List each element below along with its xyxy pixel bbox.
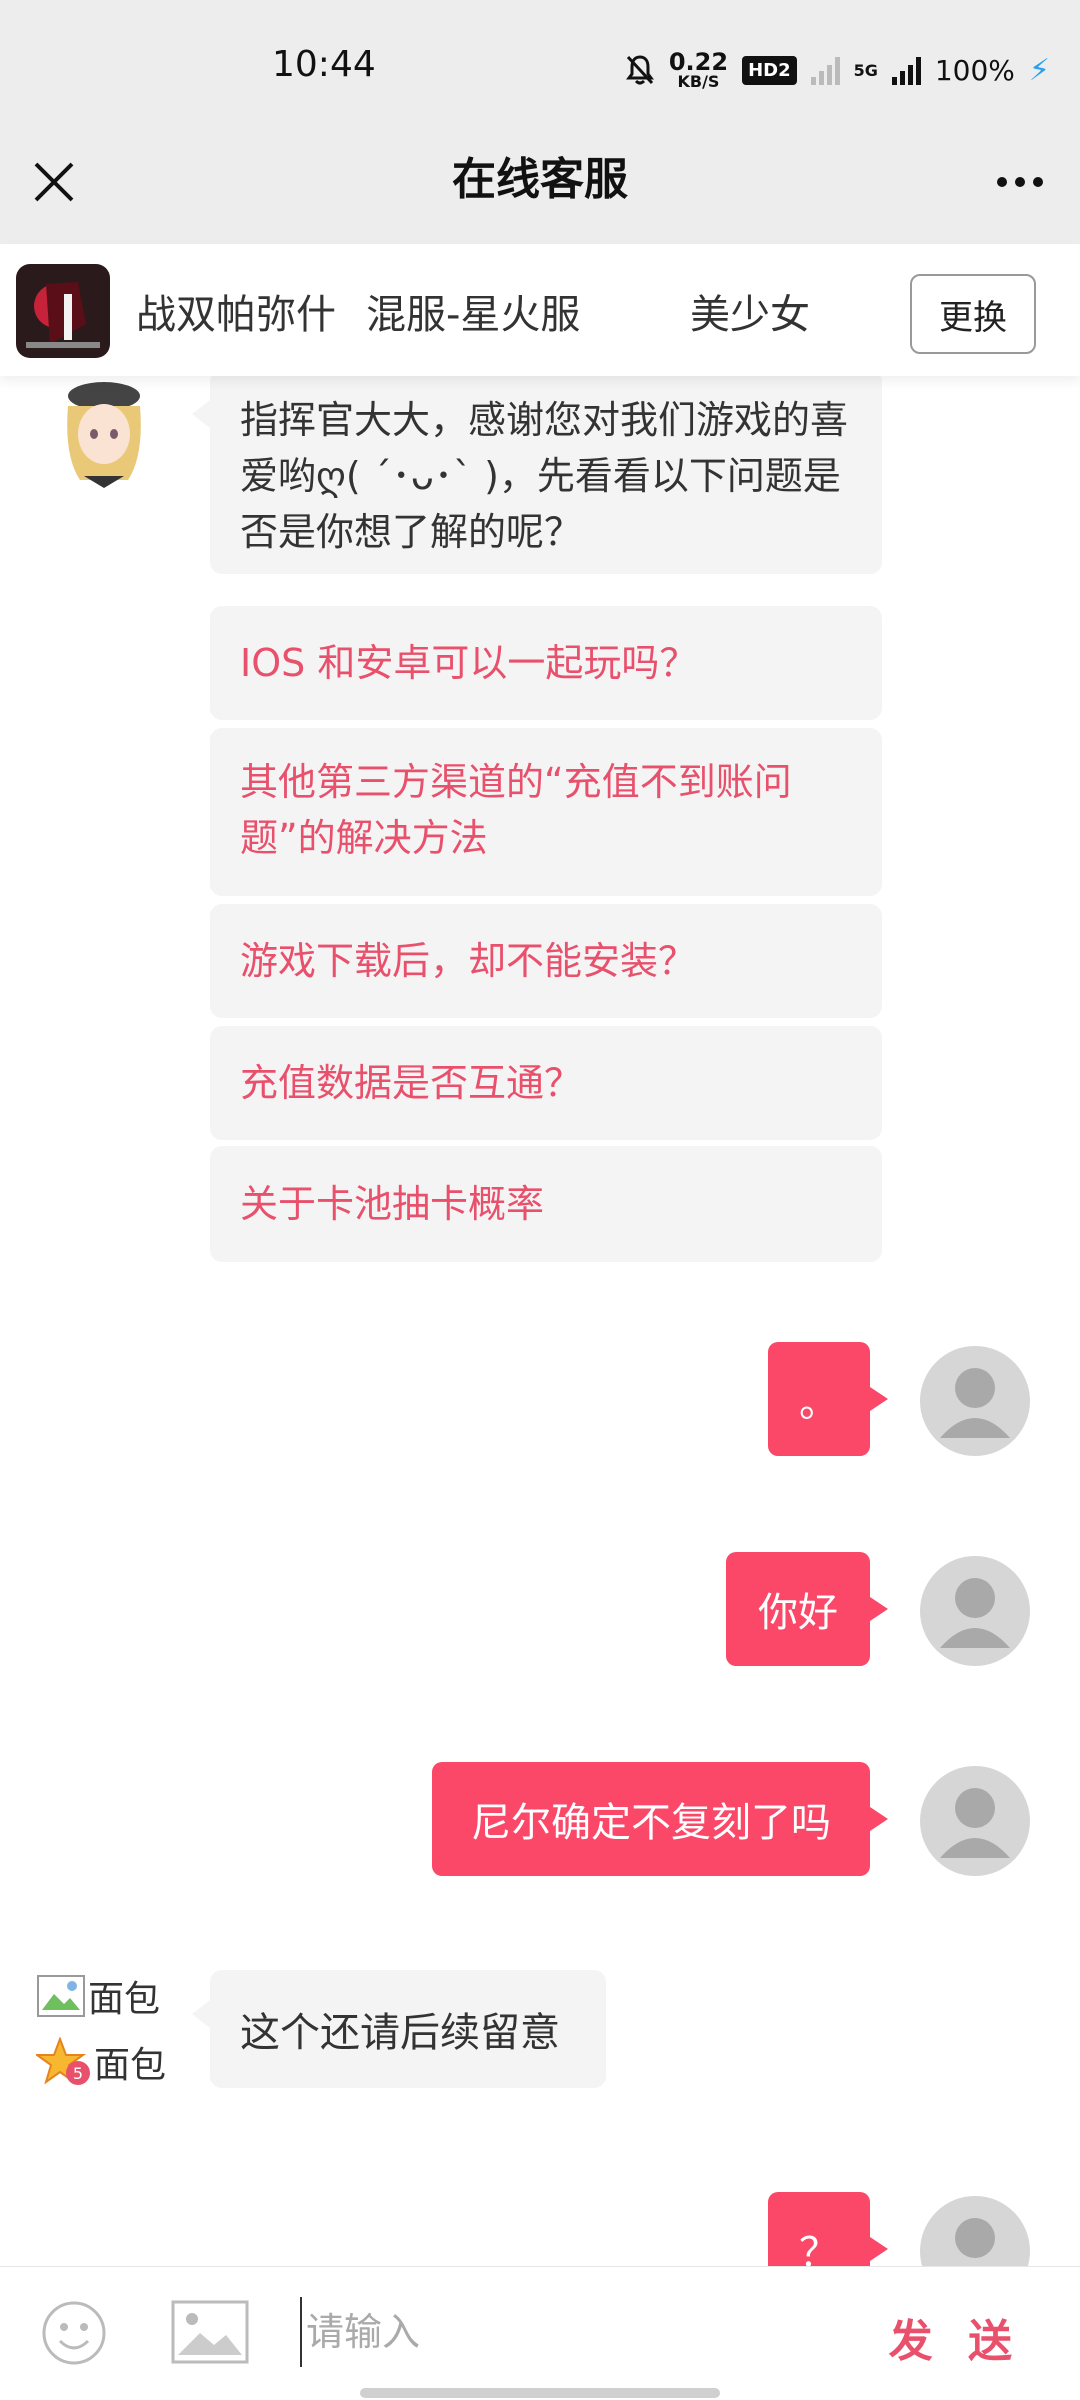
agent-name: 面包 (88, 1979, 161, 2020)
net-speed-unit: KB/S (677, 72, 720, 91)
faq-item[interactable]: 充值数据是否互通？ (210, 1026, 882, 1140)
more-options-button[interactable] (980, 154, 1060, 210)
user-avatar (920, 1766, 1030, 1876)
svg-text:5: 5 (73, 2064, 83, 2083)
signal-icon (810, 55, 840, 85)
more-dot (1015, 177, 1025, 187)
page-title: 在线客服 (452, 154, 628, 205)
faq-item[interactable]: 关于卡池抽卡概率 (210, 1146, 882, 1262)
net-speed: 0.22 KB/S (669, 50, 728, 90)
game-server: 混服-星火服 (366, 292, 581, 338)
user-message: 你好 (726, 1552, 888, 1666)
bot-avatar (54, 376, 154, 488)
user-avatar (920, 2196, 1030, 2266)
user-message: ？ (768, 2192, 888, 2266)
agent-info: 面包 5 面包 (36, 1970, 176, 2088)
agent-reply-message: 这个还请后续留意 (192, 1970, 606, 2088)
more-dot (1033, 177, 1043, 187)
mute-bell-icon (625, 55, 654, 85)
star-badge-icon: 5 (36, 2037, 90, 2085)
send-button[interactable]: 发 送 (889, 2305, 1022, 2369)
change-button[interactable]: 更换 (910, 274, 1036, 354)
game-role: 美少女 (690, 292, 810, 338)
user-message: 。 (768, 1342, 888, 1456)
network-type: 5G (853, 60, 878, 80)
net-speed-value: 0.22 (668, 48, 729, 76)
charging-icon: ⚡ (1028, 52, 1050, 88)
agent-level-row: 5 面包 (36, 2036, 176, 2088)
game-icon (16, 264, 110, 358)
bot-intro-message: 指挥官大大，感谢您对我们游戏的喜爱哟ღ( ´･ᴗ･` )，先看看以下问题是否是你… (192, 376, 882, 574)
status-icons: 0.22 KB/S HD2 5G 100% ⚡ (625, 40, 1050, 100)
input-bar: 发 送 (0, 2266, 1080, 2400)
battery-level: 100% (934, 53, 1015, 87)
game-bar: 战双帕弥什 混服-星火服 美少女 更换 (0, 244, 1080, 376)
emoji-icon (42, 2301, 106, 2365)
faq-item[interactable]: IOS 和安卓可以一起玩吗？ (210, 606, 882, 720)
status-time: 10:44 (272, 44, 376, 85)
agent-name-row: 面包 (36, 1970, 176, 2022)
home-indicator[interactable] (360, 2388, 720, 2398)
game-name: 战双帕弥什 (136, 292, 336, 338)
more-dot (997, 177, 1007, 187)
faq-item[interactable]: 其他第三方渠道的“充值不到账问题”的解决方法 (210, 728, 882, 896)
hd-badge: HD2 (742, 55, 797, 85)
image-icon (171, 2300, 249, 2364)
message-input[interactable] (300, 2297, 860, 2367)
status-bar: 10:44 0.22 KB/S HD2 5G 100% ⚡ (0, 0, 1080, 140)
signal-strong-icon (891, 55, 921, 85)
broken-image-icon (37, 1975, 85, 2017)
agent-level-name: 面包 (94, 2045, 167, 2086)
user-avatar (920, 1346, 1030, 1456)
chat-area[interactable]: 指挥官大大，感谢您对我们游戏的喜爱哟ღ( ´･ᴗ･` )，先看看以下问题是否是你… (0, 376, 1080, 2266)
title-bar: 在线客服 (0, 140, 1080, 244)
emoji-button[interactable] (40, 2299, 108, 2367)
image-button[interactable] (170, 2299, 250, 2365)
faq-item[interactable]: 游戏下载后，却不能安装？ (210, 904, 882, 1018)
user-message: 尼尔确定不复刻了吗 (432, 1762, 888, 1876)
user-avatar (920, 1556, 1030, 1666)
